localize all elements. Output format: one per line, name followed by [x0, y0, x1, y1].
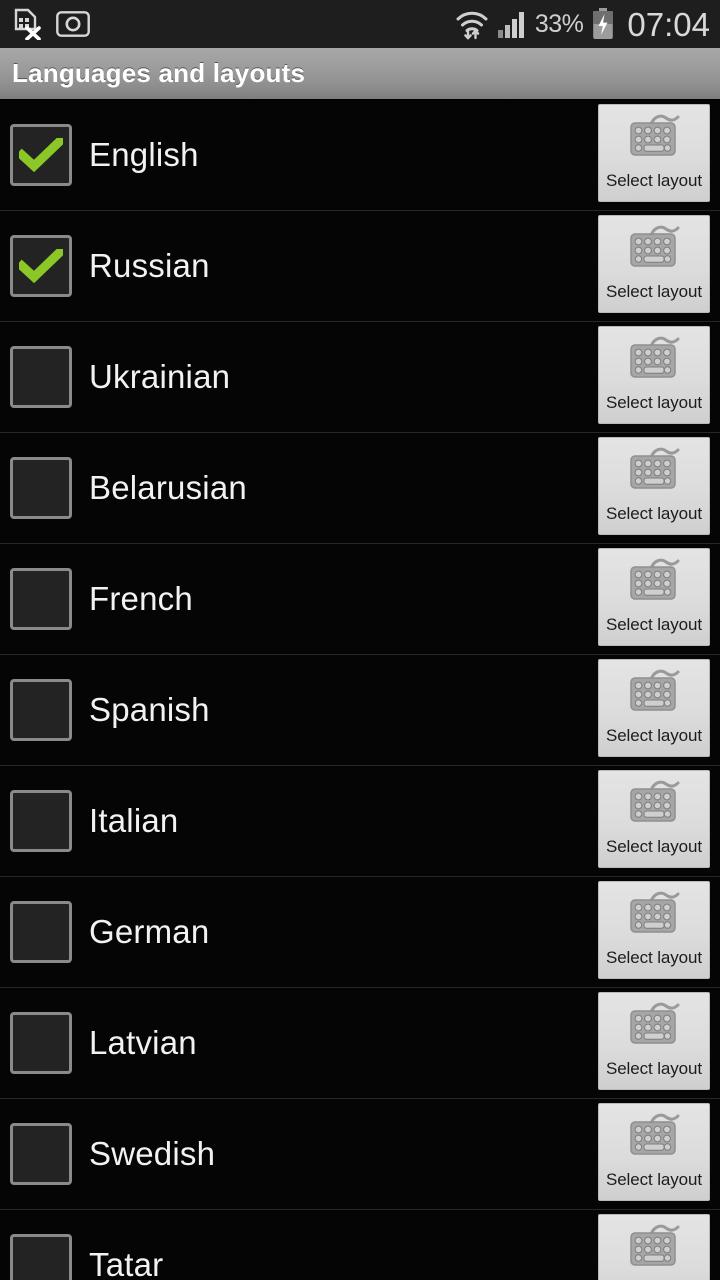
language-checkbox[interactable]	[10, 1234, 72, 1280]
select-layout-button[interactable]: Select layout	[598, 548, 710, 646]
select-layout-label: Select layout	[605, 282, 703, 301]
keyboard-icon	[625, 335, 683, 388]
no-sim-card-icon	[12, 8, 42, 40]
select-layout-button[interactable]: Select layout	[598, 881, 710, 979]
battery-percentage: 33%	[534, 9, 584, 38]
language-checkbox[interactable]	[10, 346, 72, 408]
select-layout-label: Select layout	[605, 948, 703, 967]
select-layout-button[interactable]: Select layout	[598, 104, 710, 202]
language-checkbox[interactable]	[10, 901, 72, 963]
language-row[interactable]: Russian Select layout	[0, 211, 720, 322]
status-bar-clock: 07:04	[627, 5, 710, 43]
language-label: French	[89, 580, 193, 617]
wifi-data-transfer-icon	[455, 7, 489, 41]
select-layout-label: Select layout	[605, 1170, 703, 1189]
language-row[interactable]: Belarusian Select layout	[0, 433, 720, 544]
language-label: Belarusian	[89, 469, 247, 506]
language-label: Spanish	[89, 691, 210, 728]
language-label: Tatar	[89, 1246, 164, 1280]
language-checkbox[interactable]	[10, 457, 72, 519]
keyboard-icon	[625, 1223, 683, 1276]
language-checkbox[interactable]	[10, 568, 72, 630]
select-layout-label: Select layout	[605, 393, 703, 412]
select-layout-button[interactable]: Select layout	[598, 770, 710, 868]
language-label: German	[89, 913, 210, 950]
select-layout-button[interactable]: Select layout	[598, 659, 710, 757]
language-checkbox[interactable]	[10, 1012, 72, 1074]
title-bar: Languages and layouts	[0, 48, 720, 100]
keyboard-icon	[625, 446, 683, 499]
select-layout-button[interactable]: Select layout	[598, 326, 710, 424]
keyboard-icon	[625, 224, 683, 277]
language-label: Russian	[89, 247, 210, 284]
language-label: Italian	[89, 802, 179, 839]
language-row[interactable]: German Select layout	[0, 877, 720, 988]
select-layout-button[interactable]: Select layout	[598, 215, 710, 313]
select-layout-button[interactable]: Select layout	[598, 1214, 710, 1280]
status-bar-left-icons	[12, 8, 90, 40]
language-row[interactable]: Ukrainian Select layout	[0, 322, 720, 433]
language-checkbox[interactable]	[10, 1123, 72, 1185]
language-checkbox[interactable]	[10, 124, 72, 186]
screenshot-camera-icon	[56, 11, 90, 37]
keyboard-icon	[625, 890, 683, 943]
select-layout-button[interactable]: Select layout	[598, 437, 710, 535]
language-row[interactable]: French Select layout	[0, 544, 720, 655]
select-layout-label: Select layout	[605, 171, 703, 190]
keyboard-icon	[625, 668, 683, 721]
language-row[interactable]: Latvian Select layout	[0, 988, 720, 1099]
page-title: Languages and layouts	[12, 58, 306, 88]
select-layout-label: Select layout	[605, 504, 703, 523]
language-list[interactable]: English Select layout Russian Select lay…	[0, 100, 720, 1280]
select-layout-label: Select layout	[605, 615, 703, 634]
keyboard-icon	[625, 779, 683, 832]
language-label: Ukrainian	[89, 358, 231, 395]
cellular-signal-icon	[497, 9, 527, 39]
keyboard-icon	[625, 113, 683, 166]
select-layout-label: Select layout	[605, 726, 703, 745]
language-row[interactable]: English Select layout	[0, 100, 720, 211]
keyboard-icon	[625, 557, 683, 610]
language-checkbox[interactable]	[10, 235, 72, 297]
keyboard-icon	[625, 1001, 683, 1054]
language-label: Swedish	[89, 1135, 216, 1172]
select-layout-button[interactable]: Select layout	[598, 1103, 710, 1201]
language-label: English	[89, 136, 199, 173]
status-bar: 33% 07:04	[0, 0, 720, 48]
language-row[interactable]: Swedish Select layout	[0, 1099, 720, 1210]
language-checkbox[interactable]	[10, 679, 72, 741]
language-row[interactable]: Italian Select layout	[0, 766, 720, 877]
status-bar-right-icons: 33% 07:04	[455, 7, 710, 41]
language-row[interactable]: Tatar Select layout	[0, 1210, 720, 1280]
language-row[interactable]: Spanish Select layout	[0, 655, 720, 766]
keyboard-icon	[625, 1112, 683, 1165]
select-layout-label: Select layout	[605, 1059, 703, 1078]
select-layout-label: Select layout	[605, 837, 703, 856]
select-layout-button[interactable]: Select layout	[598, 992, 710, 1090]
battery-charging-icon	[591, 8, 615, 40]
language-label: Latvian	[89, 1024, 197, 1061]
language-checkbox[interactable]	[10, 790, 72, 852]
